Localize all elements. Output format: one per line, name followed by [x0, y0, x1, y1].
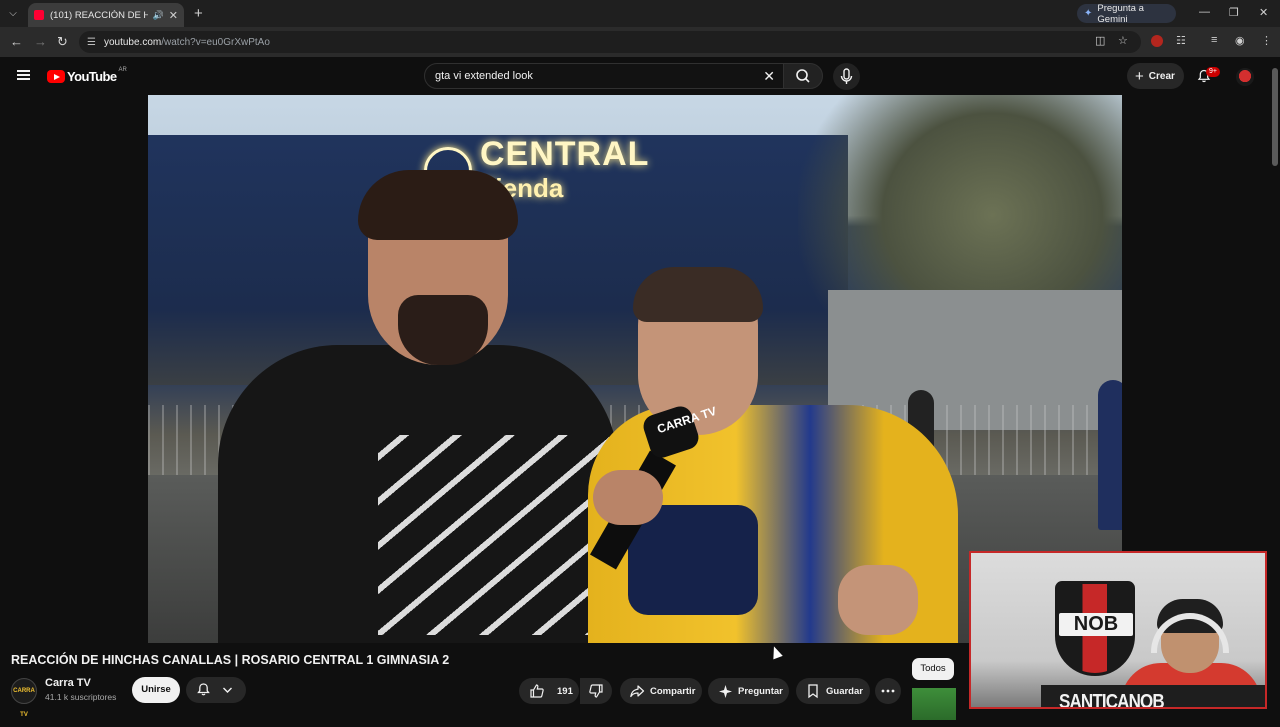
notifications-badge: 9+ — [1206, 67, 1220, 77]
bookmark-icon — [808, 684, 818, 699]
interviewer-beard — [398, 295, 488, 365]
url-host: youtube.com — [103, 36, 162, 48]
clear-search-icon[interactable]: ✕ — [763, 68, 775, 85]
guide-menu-icon[interactable] — [17, 70, 30, 80]
youtube-logo[interactable]: YouTube AR — [47, 66, 127, 84]
interviewer — [218, 170, 678, 643]
chip-all[interactable]: Todos — [912, 658, 954, 680]
related-video-thumbnail[interactable] — [912, 688, 956, 720]
share-button[interactable]: Compartir — [620, 678, 702, 704]
fan-hand — [838, 565, 918, 635]
more-horizontal-icon — [881, 689, 895, 693]
ask-label: Preguntar — [738, 685, 783, 697]
thumbs-down-icon — [589, 684, 603, 698]
subscriber-count: 41.1 k suscriptores — [45, 692, 117, 702]
extension-badge-icon[interactable] — [1151, 35, 1163, 47]
search-query: gta vi extended look — [435, 70, 533, 82]
search-input[interactable]: gta vi extended look ✕ — [424, 63, 784, 89]
channel-avatar[interactable]: CARRA TV — [11, 678, 37, 718]
youtube-favicon-icon — [34, 10, 44, 20]
background-fan — [1098, 380, 1122, 530]
tab-title: (101) REACCIÓN DE HINCH — [50, 9, 148, 21]
back-icon[interactable]: ← — [10, 34, 23, 49]
join-button[interactable]: Unirse — [132, 677, 180, 703]
ask-button[interactable]: Preguntar — [708, 678, 789, 704]
profile-icon[interactable]: ◉ — [1235, 34, 1245, 47]
search-icon — [796, 69, 810, 83]
streamer-name: SANTICANOB — [1059, 691, 1165, 709]
youtube-wordmark: YouTube — [67, 69, 117, 84]
video-title: REACCIÓN DE HINCHAS CANALLAS | ROSARIO C… — [11, 653, 450, 667]
window-close-icon[interactable]: ✕ — [1259, 6, 1268, 19]
create-button[interactable]: + Crear — [1127, 63, 1184, 89]
gemini-button[interactable]: ✦ Pregunta a Gemini — [1077, 2, 1176, 25]
bell-icon — [197, 683, 232, 696]
site-info-icon[interactable]: ☰ — [87, 37, 96, 48]
install-app-icon[interactable]: ◫ — [1095, 34, 1105, 47]
forward-icon[interactable]: → — [34, 34, 47, 49]
minimize-icon[interactable]: — — [1199, 6, 1210, 18]
share-icon — [630, 685, 645, 698]
scrollbar-thumb[interactable] — [1272, 68, 1278, 166]
reload-icon[interactable]: ↻ — [57, 34, 68, 50]
webcam-overlay: NOB SANTICANOB — [969, 551, 1267, 709]
interviewer-hair — [358, 170, 518, 240]
url-path: /watch?v=eu0GrXwPtAo — [161, 36, 270, 48]
youtube-play-icon — [47, 70, 65, 83]
tab-close-icon[interactable]: ✕ — [169, 9, 178, 22]
save-button[interactable]: Guardar — [796, 678, 870, 704]
thumbs-up-icon — [530, 684, 544, 698]
tab-search-chevron-icon[interactable]: ⌵ — [0, 0, 26, 27]
browser-toolbar: ← → ↻ ☰ youtube.com/watch?v=eu0GrXwPtAo … — [0, 27, 1280, 57]
search-button[interactable] — [783, 63, 823, 89]
more-actions-button[interactable] — [875, 678, 901, 704]
fan-hair — [633, 267, 763, 322]
mouse-cursor-icon — [769, 644, 783, 660]
new-tab-icon[interactable]: + — [194, 5, 203, 22]
speaker-icon[interactable]: 🔊 — [153, 10, 164, 21]
country-code: AR — [118, 66, 127, 73]
bookmark-star-icon[interactable]: ☆ — [1118, 34, 1128, 47]
voice-search-button[interactable] — [833, 63, 860, 90]
browser-menu-icon[interactable]: ⋮ — [1261, 34, 1272, 47]
interviewer-hand — [593, 470, 663, 525]
channel-name[interactable]: Carra TV — [45, 677, 91, 689]
browser-tab[interactable]: (101) REACCIÓN DE HINCH 🔊 ✕ — [28, 3, 184, 27]
address-bar[interactable]: ☰ youtube.com/watch?v=eu0GrXwPtAo — [79, 31, 1141, 53]
dislike-button[interactable] — [580, 678, 612, 704]
save-label: Guardar — [826, 685, 863, 697]
youtube-header: YouTube AR gta vi extended look ✕ + Crea… — [0, 57, 1270, 95]
restore-icon[interactable]: ❐ — [1229, 6, 1239, 19]
gemini-label: Pregunta a Gemini — [1097, 2, 1144, 25]
plus-icon: + — [1135, 67, 1144, 85]
extensions-icon[interactable]: ☷ — [1176, 34, 1186, 47]
microphone-icon — [840, 68, 853, 84]
share-label: Compartir — [650, 685, 696, 697]
create-label: Crear — [1148, 70, 1175, 82]
gemini-sparkle-icon: ✦ — [1084, 8, 1093, 19]
sparkle-icon — [719, 684, 732, 698]
account-avatar[interactable] — [1236, 68, 1254, 86]
like-count: 191 — [557, 685, 573, 697]
like-button[interactable]: 191 — [519, 678, 579, 704]
store-sign-line1: CENTRAL — [480, 135, 650, 173]
subscription-notifications-button[interactable] — [186, 677, 246, 703]
media-controls-icon[interactable]: ≡ — [1211, 34, 1217, 46]
